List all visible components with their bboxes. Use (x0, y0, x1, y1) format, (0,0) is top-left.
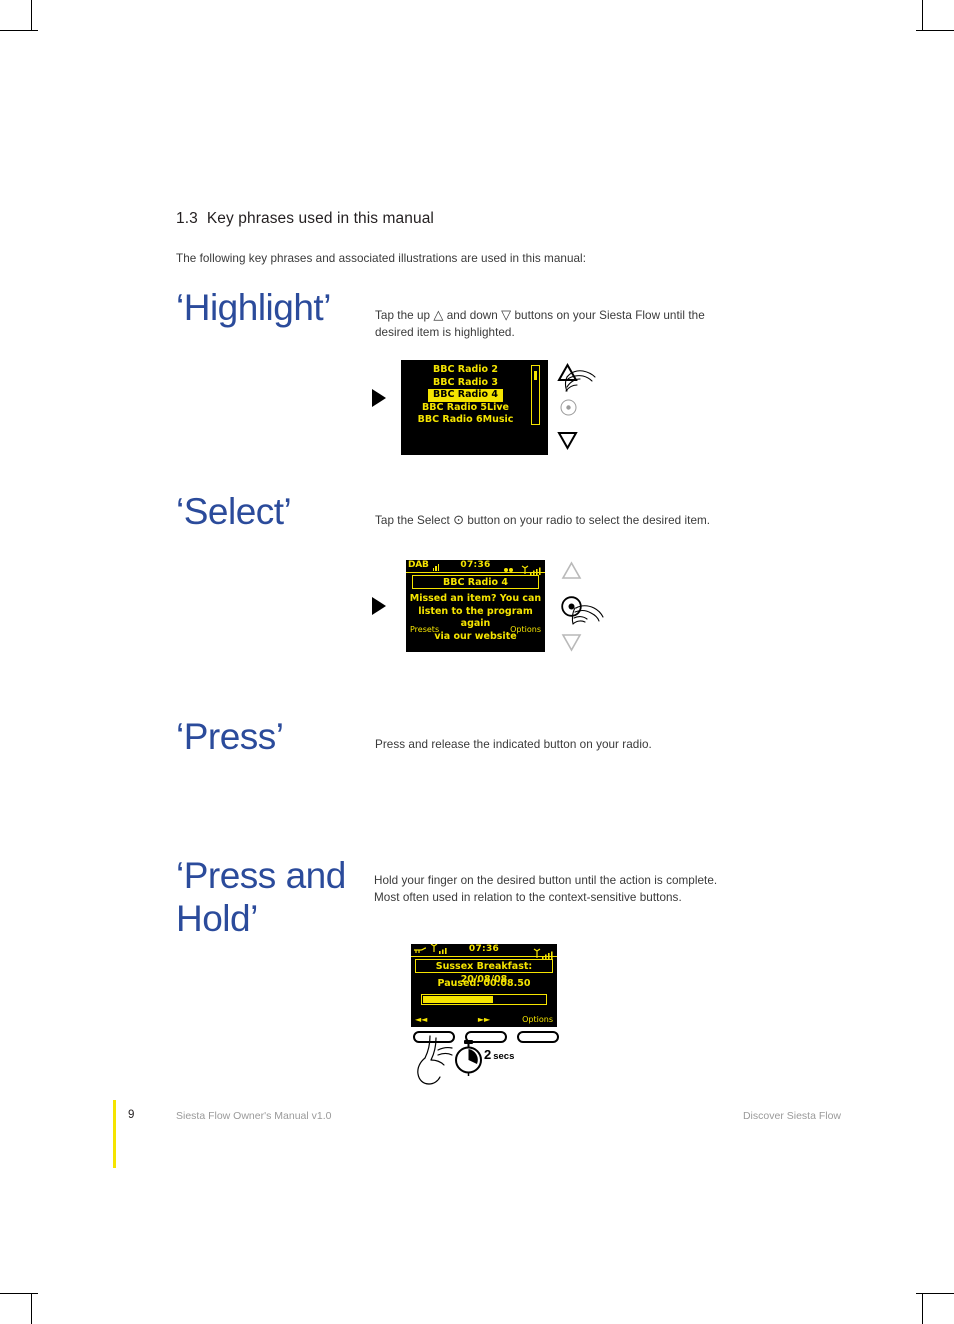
hold-duration-unit: secs (493, 1051, 515, 1062)
radio-screen-select: DAB 07:36 BBC Radio 4 Missed an item? Yo… (406, 560, 545, 652)
status-bar-press-hold: 07:36 (411, 944, 557, 959)
manual-page: 1.3 Key phrases used in this manual The f… (0, 0, 954, 1324)
phrase-title-press-hold: ‘Press and Hold’ (176, 855, 346, 939)
crop-mark-bottom-right-vertical (922, 1294, 923, 1324)
scrollbar-thumb[interactable] (534, 371, 537, 381)
crop-mark-top-right-vertical (922, 0, 923, 30)
select-circle-icon: ⊙ (453, 512, 465, 527)
status-time-press-hold: 07:36 (468, 944, 500, 954)
softkey-options[interactable]: Options (510, 625, 541, 634)
intro-paragraph: The following key phrases and associated… (176, 252, 586, 265)
status-bar: DAB 07:36 (406, 560, 545, 575)
phrase-desc-highlight: Tap the up △ and down ▽ buttons on your … (375, 306, 805, 341)
footer-chapter-name: Discover Siesta Flow (742, 1110, 841, 1122)
crop-mark-bottom-left-horizontal (0, 1293, 38, 1294)
page-footer: 9 Siesta Flow Owner's Manual v1.0 Discov… (113, 1100, 873, 1170)
now-playing-title: BBC Radio 4 (412, 575, 539, 589)
phrase-desc-select: Tap the Select ⊙ button on your radio to… (375, 511, 815, 529)
pointer-arrow-icon-select (372, 597, 386, 615)
station-list: BBC Radio 2 BBC Radio 3 BBC Radio 4 BBC … (409, 364, 522, 427)
station-list-item-4[interactable]: BBC Radio 6Music (409, 414, 522, 427)
crop-mark-bottom-right-horizontal (916, 1293, 954, 1294)
crop-mark-top-left-horizontal (0, 30, 38, 31)
highlight-desc-line2: desired item is highlighted. (375, 326, 515, 339)
footer-manual-name: Siesta Flow Owner's Manual v1.0 (176, 1110, 332, 1122)
softkey-options-ph[interactable]: Options (522, 1015, 553, 1024)
select-desc-part2: button on your radio to select the desir… (464, 514, 711, 527)
pointer-arrow-icon (372, 389, 386, 407)
hand-pointer-illustration (564, 365, 605, 405)
status-time: 07:36 (460, 560, 491, 570)
crop-mark-top-left-vertical (31, 0, 32, 30)
hold-duration-number: 2 (484, 1047, 492, 1062)
footer-accent-rule (113, 1100, 116, 1168)
status-icons-left (413, 944, 453, 955)
station-list-item-0[interactable]: BBC Radio 2 (409, 364, 522, 377)
down-button-icon[interactable] (557, 432, 578, 451)
scrollbar[interactable] (531, 365, 540, 425)
footer-page-number: 9 (128, 1109, 135, 1121)
crop-mark-top-right-horizontal (916, 30, 954, 31)
section-number: 1.3 (176, 210, 198, 227)
progress-bar-fill (423, 996, 493, 1003)
signal-bars-icon (432, 561, 441, 571)
progress-bar[interactable] (421, 994, 547, 1005)
body-line-1: Missed an item? You can (409, 593, 542, 604)
hold-duration-label: 2 secs (484, 1046, 514, 1064)
station-list-item-1[interactable]: BBC Radio 3 (409, 377, 522, 390)
playback-status: Paused: 00:08.50 (437, 978, 531, 989)
softkey-forward[interactable]: ►► (478, 1015, 490, 1024)
highlight-desc-part1: Tap the up (375, 309, 434, 322)
up-triangle-icon: △ (433, 307, 444, 322)
phrase-title-press: ‘Press’ (176, 716, 284, 757)
page-content: 1.3 Key phrases used in this manual The f… (176, 210, 876, 265)
phrase-title-highlight: ‘Highlight’ (176, 287, 331, 328)
status-source: DAB (408, 560, 440, 571)
select-desc-part1: Tap the Select (375, 514, 454, 527)
softkey-presets[interactable]: Presets (410, 625, 439, 634)
down-triangle-icon: ▽ (501, 307, 512, 322)
press-hold-desc-line2: Most often used in relation to the conte… (374, 891, 682, 904)
stopwatch-icon (452, 1040, 486, 1076)
station-list-item-3[interactable]: BBC Radio 5Live (409, 402, 522, 415)
section-heading: 1.3 Key phrases used in this manual (176, 210, 876, 228)
radio-screen-press-hold: 07:36 Sussex Breakfast: 20/08/08 Paused:… (411, 944, 557, 1027)
screen-body-text: Missed an item? You can listen to the pr… (406, 593, 545, 643)
highlight-desc-part2: and down (443, 309, 502, 322)
highlight-desc-part3: buttons on your Siesta Flow until the (511, 309, 705, 322)
hand-pointer-illustration-select (571, 600, 614, 642)
crop-mark-bottom-left-vertical (31, 1294, 32, 1324)
radio-screen-highlight: BBC Radio 2 BBC Radio 3 BBC Radio 4 BBC … (401, 360, 548, 455)
recording-title: Sussex Breakfast: 20/08/08 (415, 959, 553, 985)
phrase-desc-press: Press and release the indicated button o… (375, 738, 652, 751)
section-title: Key phrases used in this manual (206, 210, 434, 227)
phrase-desc-press-hold: Hold your finger on the desired button u… (374, 872, 824, 906)
context-button-right[interactable] (517, 1031, 559, 1043)
press-hold-desc-line1: Hold your finger on the desired button u… (374, 874, 718, 887)
up-button-icon-select[interactable] (561, 561, 582, 579)
station-list-item-2-selected[interactable]: BBC Radio 4 (409, 389, 522, 402)
softkey-rewind[interactable]: ◄◄ (415, 1015, 427, 1024)
phrase-title-select: ‘Select’ (176, 491, 292, 532)
